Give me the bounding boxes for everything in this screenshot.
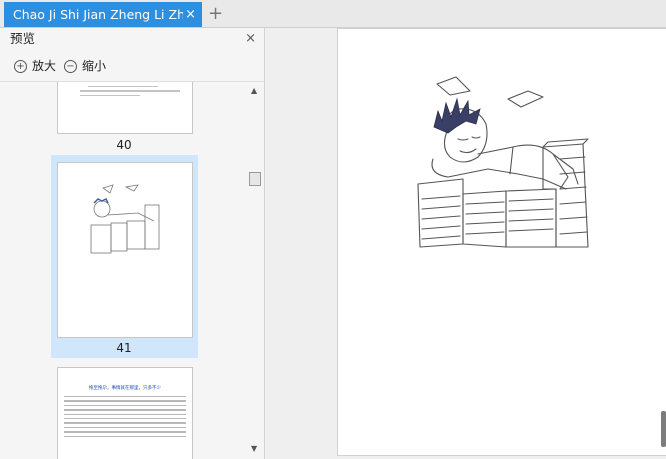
- zoom-in-label: 放大: [32, 59, 57, 73]
- zoom-out-label: 缩小: [82, 59, 107, 73]
- sidebar-title: 预览: [10, 31, 36, 46]
- tab-close-icon[interactable]: ×: [185, 2, 196, 27]
- scroll-up-icon[interactable]: ▲: [251, 86, 257, 95]
- zoom-out-icon: −: [64, 60, 77, 73]
- zoom-toolbar: + 放大 − 缩小: [0, 51, 264, 82]
- sleeping-man-illustration-thumb: [90, 184, 160, 254]
- page-thumbnail-40[interactable]: [57, 82, 193, 134]
- page-number-40: 40: [116, 138, 132, 152]
- sleeping-man-illustration: [417, 76, 589, 248]
- page42-heading: 拖至拖尕，事情就在那里，只多不少: [89, 386, 161, 391]
- sidebar-scrollbar[interactable]: ▲ ▼: [247, 82, 263, 459]
- document-tab[interactable]: Chao Ji Shi Jian Zheng Li Zhu ×: [4, 2, 202, 27]
- page-number-41: 41: [116, 341, 132, 355]
- sidebar-header: 预览 ×: [0, 28, 264, 50]
- viewer-scrollbar-thumb[interactable]: [661, 411, 666, 447]
- zoom-in-button[interactable]: + 放大: [14, 57, 56, 75]
- tab-bar: Chao Ji Shi Jian Zheng Li Zhu × +: [0, 0, 666, 28]
- current-page: [337, 28, 666, 456]
- thumbnail-list: 40 41 拖至拖尕，事情就在那里，只多不少: [0, 82, 248, 459]
- zoom-in-icon: +: [14, 60, 27, 73]
- preview-sidebar: 预览 × + 放大 − 缩小 40 41 拖至拖尕，事情就在那里，只多不少 ▲ …: [0, 28, 265, 459]
- scroll-down-icon[interactable]: ▼: [251, 444, 257, 453]
- sidebar-close-icon[interactable]: ×: [245, 28, 256, 50]
- scrollbar-thumb[interactable]: [249, 172, 261, 186]
- zoom-out-button[interactable]: − 缩小: [64, 57, 106, 75]
- page-thumbnail-42[interactable]: 拖至拖尕，事情就在那里，只多不少: [57, 367, 193, 459]
- new-tab-button[interactable]: +: [208, 3, 223, 25]
- page-thumbnail-41[interactable]: [57, 162, 193, 338]
- tab-title: Chao Ji Shi Jian Zheng Li Zhu: [13, 7, 183, 22]
- document-viewer[interactable]: [266, 28, 666, 459]
